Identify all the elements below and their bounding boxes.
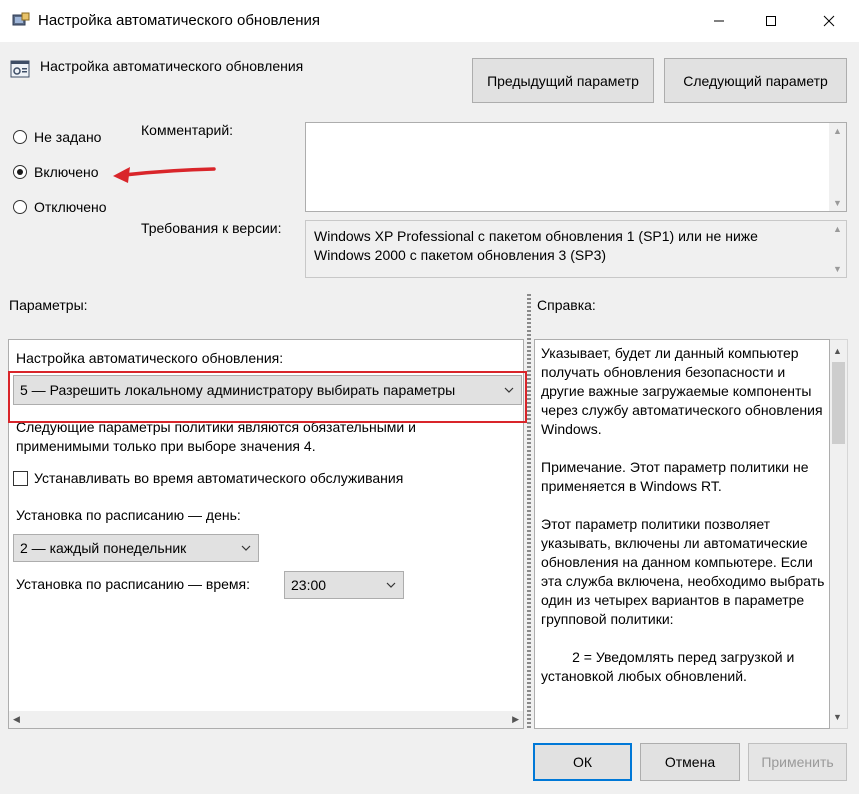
radio-disabled[interactable]: Отключено (13, 197, 107, 217)
scroll-up-icon[interactable]: ▲ (833, 346, 842, 356)
scrollbar-thumb[interactable] (832, 362, 845, 444)
radio-label: Включено (34, 164, 99, 180)
next-setting-button[interactable]: Следующий параметр (664, 58, 847, 103)
radio-circle[interactable] (13, 165, 27, 179)
schedule-time-value: 23:00 (291, 577, 327, 593)
schedule-day-select[interactable]: 2 — каждый понедельник (13, 534, 259, 562)
schedule-time-select[interactable]: 23:00 (284, 571, 404, 599)
close-icon (823, 15, 835, 27)
annotation-highlight-box (8, 371, 527, 423)
scroll-left-icon[interactable]: ◀ (13, 714, 20, 725)
help-label: Справка: (537, 297, 596, 313)
maximize-button[interactable] (745, 0, 797, 42)
apply-button[interactable]: Применить (748, 743, 847, 781)
requirements-box: Windows XP Professional с пакетом обновл… (305, 220, 847, 278)
radio-label: Не задано (34, 129, 102, 145)
scroll-down-icon[interactable]: ▼ (833, 195, 842, 211)
requirements-label: Требования к версии: (141, 220, 282, 236)
comment-scrollbar[interactable]: ▲ ▼ (829, 123, 846, 211)
comment-label: Комментарий: (141, 122, 234, 138)
scroll-up-icon[interactable]: ▲ (833, 123, 842, 139)
setting-title: Настройка автоматического обновления (40, 58, 304, 74)
previous-setting-button[interactable]: Предыдущий параметр (472, 58, 654, 103)
maximize-icon (766, 16, 776, 26)
radio-circle[interactable] (13, 130, 27, 144)
requirements-text: Windows XP Professional с пакетом обновл… (314, 228, 758, 263)
schedule-time-label: Установка по расписанию — время: (16, 576, 251, 592)
radio-enabled[interactable]: Включено (13, 162, 99, 182)
help-text: Указывает, будет ли данный компьютер пол… (541, 345, 825, 684)
settings-page-icon (10, 59, 30, 79)
schedule-day-label: Установка по расписанию — день: (16, 507, 241, 523)
title-bar: Настройка автоматического обновления (0, 0, 859, 42)
help-scrollbar[interactable]: ▲ ▼ (830, 339, 848, 729)
chevron-down-icon (386, 582, 396, 588)
ok-button[interactable]: ОК (533, 743, 632, 781)
maintenance-label: Устанавливать во время автоматического о… (34, 470, 404, 486)
annotation-arrow-icon (113, 167, 216, 183)
parameters-label: Параметры: (9, 297, 88, 313)
chevron-down-icon (241, 545, 251, 551)
radio-not-configured[interactable]: Не задано (13, 127, 101, 147)
close-button[interactable] (803, 0, 855, 42)
requirements-scrollbar[interactable]: ▲ ▼ (829, 221, 846, 277)
scroll-up-icon[interactable]: ▲ (833, 221, 842, 237)
policy-note: Следующие параметры политики являются об… (16, 419, 416, 454)
minimize-button[interactable] (693, 0, 745, 42)
scroll-down-icon[interactable]: ▼ (833, 712, 842, 722)
comment-textarea[interactable]: ▲ ▼ (305, 122, 847, 212)
scroll-down-icon[interactable]: ▼ (833, 261, 842, 277)
cancel-button[interactable]: Отмена (640, 743, 740, 781)
update-config-label: Настройка автоматического обновления: (16, 350, 284, 366)
panel-splitter[interactable] (527, 294, 531, 730)
policy-app-icon (12, 12, 30, 28)
parameters-hscrollbar[interactable]: ◀ ▶ (9, 711, 523, 728)
window-title: Настройка автоматического обновления (38, 12, 321, 29)
radio-label: Отключено (34, 199, 107, 215)
help-panel: Указывает, будет ли данный компьютер пол… (534, 339, 830, 729)
minimize-icon (714, 20, 724, 22)
maintenance-checkbox-row[interactable]: Устанавливать во время автоматического о… (13, 470, 403, 486)
schedule-day-value: 2 — каждый понедельник (20, 540, 187, 556)
scroll-right-icon[interactable]: ▶ (512, 714, 519, 725)
maintenance-checkbox[interactable] (13, 470, 28, 486)
radio-circle[interactable] (13, 200, 27, 214)
